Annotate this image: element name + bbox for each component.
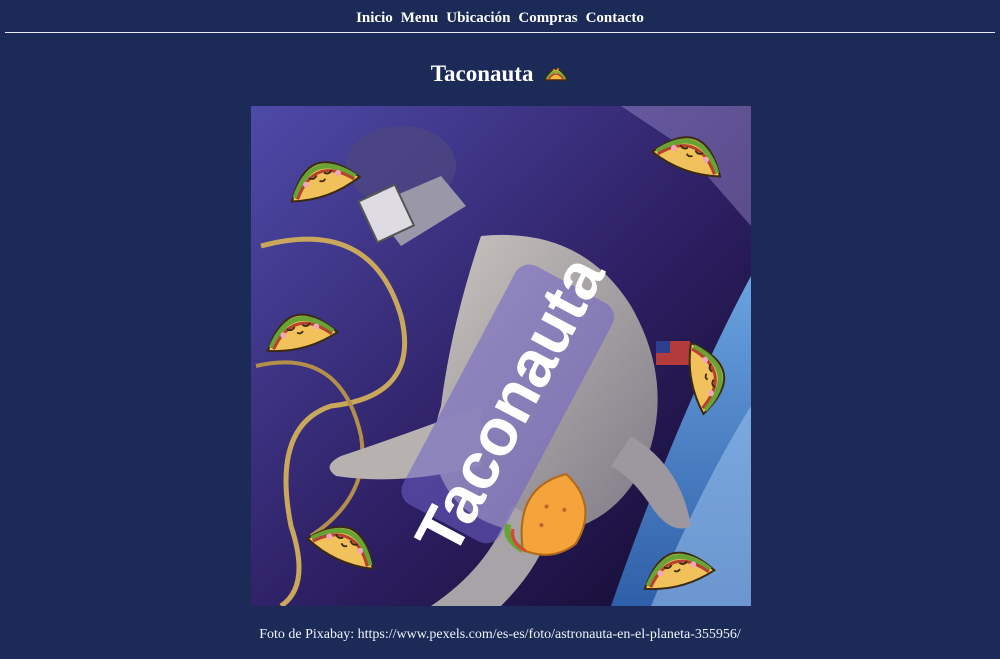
- photo-credit-caption: Foto de Pixabay: https://www.pexels.com/…: [259, 627, 741, 642]
- nav-link-inicio[interactable]: Inicio: [356, 10, 393, 32]
- nav-link-ubicacion[interactable]: Ubicación: [446, 10, 510, 32]
- nav-link-contacto[interactable]: Contacto: [586, 10, 644, 32]
- nav-link-menu[interactable]: Menu: [401, 10, 439, 32]
- page-title-text: Taconauta: [430, 61, 534, 86]
- main-navigation: Inicio Menu Ubicación Compras Contacto: [0, 0, 1000, 32]
- taco-icon: [543, 61, 569, 91]
- nav-link-compras[interactable]: Compras: [518, 10, 577, 32]
- page-title: Taconauta: [0, 59, 1000, 89]
- nav-divider: [5, 32, 995, 33]
- hero-image: Taconauta: [251, 106, 751, 606]
- astronaut-taco-illustration: Taconauta: [251, 106, 751, 606]
